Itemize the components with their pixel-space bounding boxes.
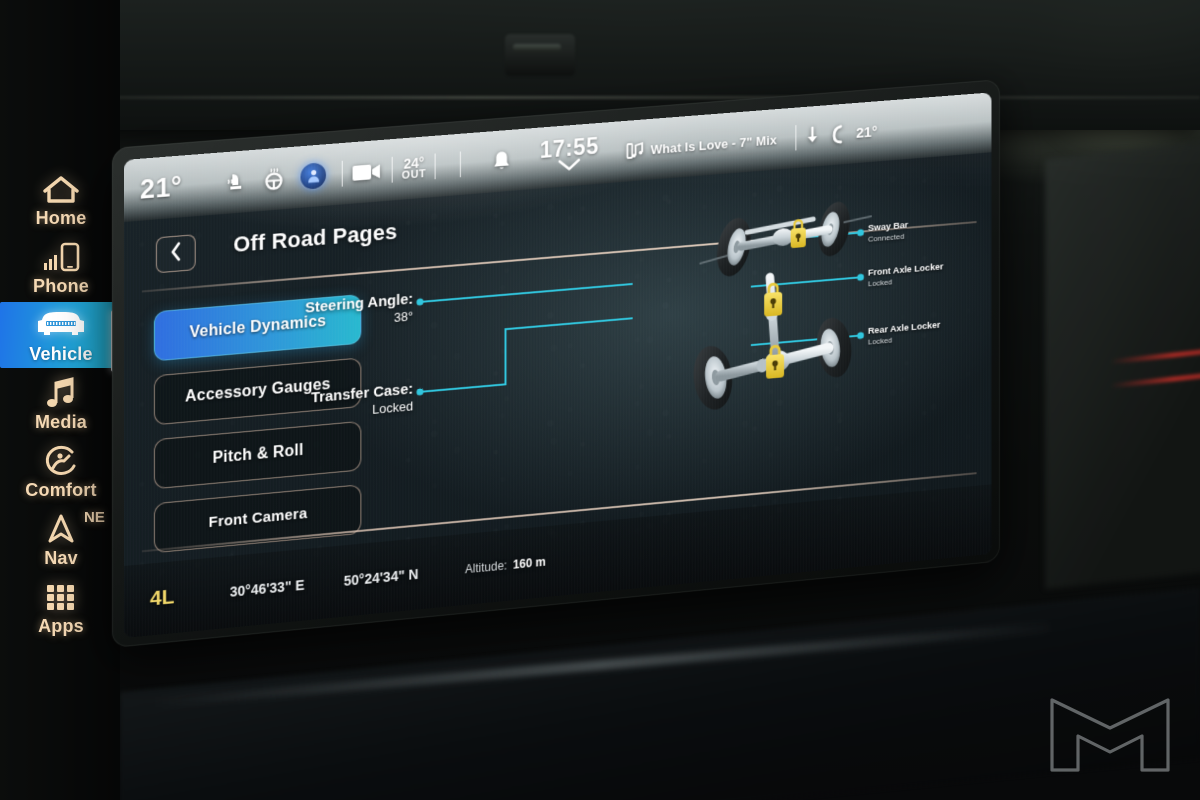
chevron-left-icon: [169, 241, 183, 267]
compass-arrow-icon: [43, 511, 79, 547]
sidebar-item-comfort[interactable]: Comfort: [0, 438, 122, 504]
drivetrain-diagram: [671, 176, 917, 440]
now-playing-label[interactable]: What Is Love - 7" Mix: [651, 132, 777, 157]
status-cabin-temp-right[interactable]: 21°: [856, 123, 877, 141]
sidebar-item-label: Media: [35, 412, 87, 433]
driver-profile-icon[interactable]: [301, 162, 327, 190]
altitude-value: 160 m: [513, 555, 546, 572]
sidebar-item-phone[interactable]: Phone: [0, 234, 122, 300]
center-air-vent: [505, 34, 575, 76]
music-note-icon: [41, 375, 81, 411]
sidebar-item-vehicle[interactable]: Vehicle: [0, 302, 122, 368]
sidebar-item-apps[interactable]: Apps: [0, 574, 122, 640]
heated-seat-icon[interactable]: [224, 168, 250, 196]
clock-widget[interactable]: 17:55: [540, 134, 599, 177]
seat-recline-icon[interactable]: [831, 122, 846, 147]
chevron-down-icon: [557, 157, 582, 176]
nav-heading-label: NE: [84, 509, 105, 526]
sidebar-item-media[interactable]: Media: [0, 370, 122, 436]
status-divider-4: [460, 151, 461, 177]
gear-mode-value: 4L: [150, 585, 174, 611]
status-cabin-temp-left[interactable]: 21°: [140, 171, 182, 205]
screenshot-root: Home Phone Vehicle Media Comfort NE Nav …: [0, 0, 1200, 800]
page-title: Off Road Pages: [233, 219, 397, 258]
sidebar-item-label: Apps: [38, 616, 84, 637]
tab-front-camera[interactable]: Front Camera: [154, 484, 361, 553]
outside-temperature: 24° OUT: [402, 155, 426, 182]
status-divider-3: [435, 153, 436, 179]
tab-label: Pitch & Roll: [212, 442, 303, 468]
infotainment-screen: 21° 24° OUT 17:55 What Is Love - 7" Mix …: [124, 92, 991, 638]
heated-steering-wheel-icon[interactable]: [261, 165, 287, 193]
status-divider-5: [796, 125, 797, 150]
status-divider-1: [342, 161, 343, 187]
hardkey-sidebar: Home Phone Vehicle Media Comfort NE Nav …: [0, 160, 122, 760]
sidebar-item-label: Comfort: [25, 480, 96, 501]
suv-icon: [32, 307, 90, 343]
bell-icon[interactable]: [491, 148, 512, 173]
longitude-value: 30°46'33" E: [230, 577, 305, 600]
back-button[interactable]: [156, 234, 196, 273]
right-dash-panel: [1045, 141, 1200, 589]
sidebar-item-label: Home: [36, 208, 87, 229]
tab-pitch-and-roll[interactable]: Pitch & Roll: [154, 421, 361, 489]
climate-seat-icon: [39, 443, 83, 479]
sidebar-item-label: Vehicle: [29, 344, 92, 365]
media-note-icon[interactable]: [626, 141, 644, 160]
sidebar-item-nav[interactable]: NE Nav: [0, 506, 122, 572]
camera-icon[interactable]: [352, 160, 383, 184]
seat-airflow-icon[interactable]: [805, 124, 820, 149]
altitude-label: Altitude:: [465, 558, 507, 576]
sidebar-item-label: Nav: [44, 548, 78, 569]
sidebar-item-home[interactable]: Home: [0, 166, 122, 232]
page-content: Off Road Pages Vehicle Dynamics Accessor…: [124, 152, 991, 638]
outside-temp-label: OUT: [402, 169, 426, 182]
tab-label: Front Camera: [209, 506, 308, 532]
sidebar-item-label: Phone: [33, 276, 89, 297]
phone-icon: [38, 239, 84, 275]
status-divider-2: [392, 157, 393, 183]
dashboard-seam: [0, 96, 1200, 99]
grid-apps-icon: [42, 579, 80, 615]
watermark-logo: [1046, 680, 1174, 776]
latitude-value: 50°24'34" N: [344, 566, 419, 589]
home-icon: [41, 171, 81, 207]
